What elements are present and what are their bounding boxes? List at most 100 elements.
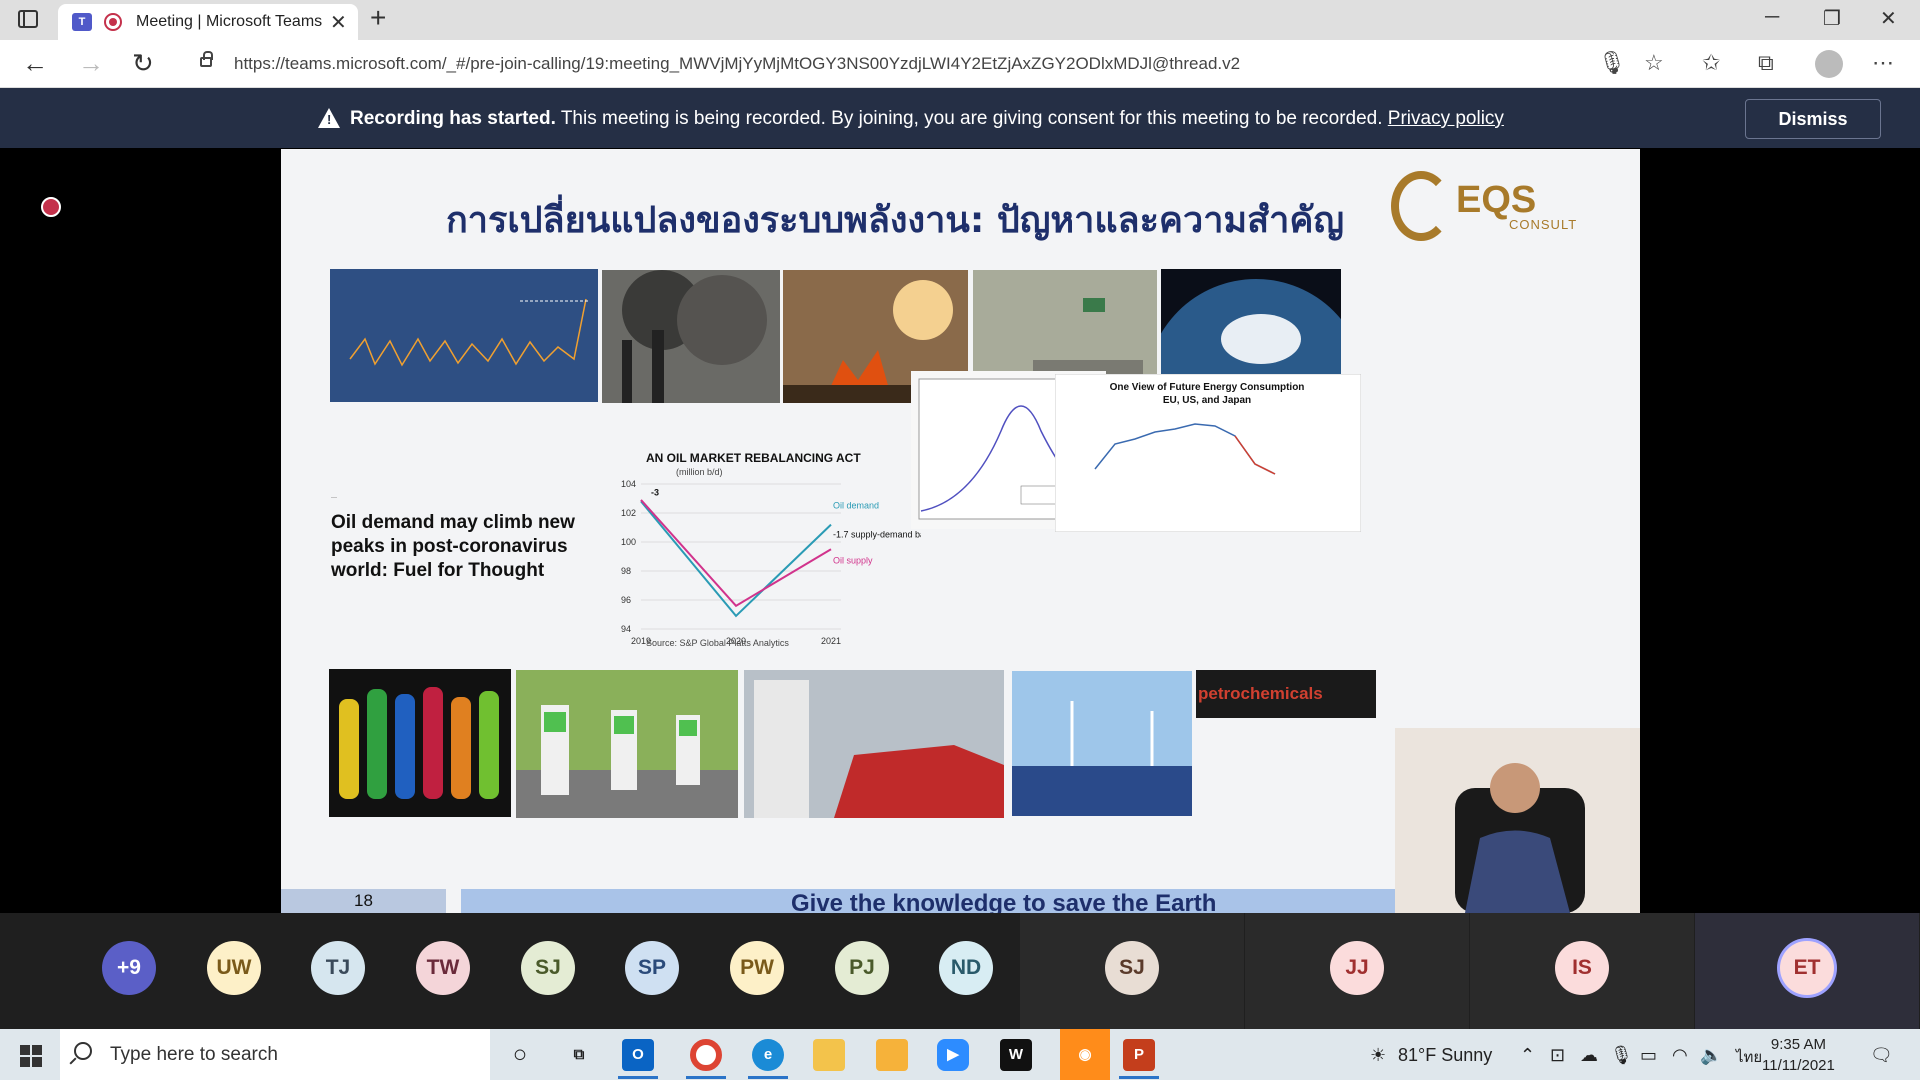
browser-tab-bar: T Meeting | Microsoft Teams ✕ + ─ ❐ ✕ — [0, 0, 1920, 40]
forward-icon[interactable]: → — [78, 48, 104, 79]
favorites-icon[interactable]: ✩ — [1702, 50, 1720, 76]
battery-icon[interactable]: ▭ — [1640, 1045, 1657, 1066]
participant-avatar[interactable]: UW — [207, 941, 261, 995]
new-tab-icon[interactable]: + — [370, 2, 386, 34]
oil-ytick: 98 — [621, 566, 631, 576]
eqs-logo-icon — [1391, 171, 1451, 241]
close-window-icon[interactable]: ✕ — [1880, 6, 1897, 31]
presenter-video[interactable] — [1395, 728, 1640, 913]
edge-active-indicator — [748, 1076, 788, 1079]
oil-ytick: 104 — [621, 479, 636, 489]
powerpoint-icon[interactable]: P — [1123, 1039, 1155, 1071]
notifications-icon[interactable]: 🗨 — [1870, 1045, 1893, 1066]
petrochemicals-text: petrochemicals — [1198, 684, 1323, 703]
folder-icon[interactable] — [876, 1039, 908, 1071]
add-favorite-icon[interactable]: ☆ — [1644, 50, 1664, 76]
weather-text[interactable]: 81°F Sunny — [1398, 1045, 1492, 1066]
fuel-nozzles-image — [329, 669, 511, 817]
ev-charging-car-image — [744, 670, 1004, 818]
outlook-icon[interactable]: O — [622, 1039, 654, 1071]
cortana-icon[interactable]: ○ — [504, 1039, 536, 1071]
oil-rebalancing-chart: 1041021009896942019 2020 2021Oil demandOil… — [621, 479, 921, 646]
participant-avatar[interactable]: TJ — [311, 941, 365, 995]
volume-icon[interactable]: 🔈 — [1700, 1045, 1722, 1066]
wind-solar-image — [1012, 671, 1192, 816]
banner-message: Recording has started. This meeting is b… — [350, 108, 1504, 130]
windows-start-icon[interactable] — [20, 1045, 42, 1067]
eqs-logo-sub: CONSULT — [1509, 217, 1578, 232]
active-app-icon[interactable]: ◉ — [1060, 1029, 1110, 1080]
chrome-icon[interactable] — [690, 1039, 722, 1071]
energy-chart-title: One View of Future Energy Consumption — [1109, 382, 1305, 393]
oil-chart-title: AN OIL MARKET REBALANCING ACT — [646, 451, 861, 465]
back-icon[interactable]: ← — [22, 48, 48, 79]
participant-avatar[interactable]: ET — [1780, 941, 1834, 995]
recording-indicator-icon — [41, 197, 61, 217]
weather-icon[interactable]: ☀ — [1370, 1045, 1386, 1066]
participant-avatar[interactable]: SJ — [521, 941, 575, 995]
microphone-icon[interactable]: 🎙 — [1598, 50, 1626, 76]
participant-avatar[interactable]: ND — [939, 941, 993, 995]
more-icon[interactable]: ⋯ — [1872, 50, 1894, 76]
news-headline: Oil demand may climb new peaks in post-c… — [331, 512, 575, 581]
date-text: 11/11/2021 — [1762, 1057, 1835, 1074]
oil-annotation: -3 — [651, 488, 659, 498]
energy-chart-subtitle: EU, US, and Japan — [1162, 395, 1252, 406]
participant-avatar[interactable]: JJ — [1330, 941, 1384, 995]
url-text[interactable]: https://teams.microsoft.com/_#/pre-join-… — [234, 54, 1240, 74]
oil-ytick: 100 — [621, 537, 636, 547]
warning-icon — [318, 108, 340, 128]
banner-bold: Recording has started. — [350, 108, 556, 129]
participant-avatar[interactable]: PJ — [835, 941, 889, 995]
participant-avatar[interactable]: PW — [730, 941, 784, 995]
presenter-image — [1395, 728, 1640, 913]
co2-chart-image — [330, 269, 598, 402]
search-icon — [74, 1042, 92, 1060]
time-text: 9:35 AM — [1770, 1036, 1826, 1053]
address-bar-row: ← → ↻ https://teams.microsoft.com/_#/pre… — [0, 40, 1920, 88]
profile-avatar[interactable] — [1815, 50, 1843, 78]
onedrive-icon[interactable]: ☁ — [1580, 1045, 1598, 1066]
show-hidden-icons-icon[interactable]: ⌃ — [1520, 1045, 1535, 1066]
participant-avatar[interactable]: +9 — [102, 941, 156, 995]
oil-annotation: -1.7 supply-demand balance — [833, 530, 921, 540]
oil-series-line — [640, 500, 832, 618]
participants-strip: +9 UW TJ TW SJ SP PW PJ ND SJ JJ IS ET — [0, 913, 1920, 1029]
privacy-policy-link[interactable]: Privacy policy — [1388, 108, 1504, 129]
chrome-active-indicator — [686, 1076, 726, 1079]
edge-icon[interactable]: e — [752, 1039, 784, 1071]
slide-number: 18 — [281, 889, 446, 913]
taskbar-search-box[interactable]: Type here to search — [60, 1029, 490, 1080]
participant-avatar[interactable]: TW — [416, 941, 470, 995]
url-field[interactable]: https://teams.microsoft.com/_#/pre-join-… — [180, 46, 1680, 82]
clock[interactable]: 9:35 AM 11/11/2021 — [1762, 1034, 1835, 1076]
banner-text: This meeting is being recorded. By joini… — [555, 108, 1388, 129]
close-tab-icon[interactable]: ✕ — [330, 10, 347, 35]
mic-tray-icon[interactable]: 🎙 — [1610, 1045, 1633, 1066]
oil-ytick: 102 — [621, 508, 636, 518]
tab-title: Meeting | Microsoft Teams — [136, 13, 323, 30]
file-explorer-icon[interactable] — [813, 1039, 845, 1071]
tab-actions-icon[interactable] — [18, 10, 38, 28]
wifi-icon[interactable]: ◠ — [1672, 1045, 1688, 1066]
participant-avatar[interactable]: IS — [1555, 941, 1609, 995]
minimize-icon[interactable]: ─ — [1765, 6, 1779, 29]
powerpoint-active-indicator — [1119, 1076, 1159, 1079]
ev-chargers-image — [516, 670, 738, 818]
tray-device-icon[interactable]: ⊡ — [1550, 1045, 1565, 1066]
slide-title: การเปลี่ยนแปลงของระบบพลังงาน: ปัญหาและคว… — [446, 200, 1345, 241]
collections-icon[interactable]: ⧉ — [1758, 50, 1774, 76]
smokestack-image — [602, 270, 780, 403]
oil-xtick: 2021 — [821, 636, 841, 646]
lock-icon[interactable] — [200, 51, 213, 67]
participant-avatar[interactable]: SJ — [1105, 941, 1159, 995]
dismiss-button[interactable]: Dismiss — [1745, 99, 1881, 139]
participant-avatar[interactable]: SP — [625, 941, 679, 995]
restore-icon[interactable]: ❐ — [1823, 6, 1841, 31]
browser-tab[interactable]: T Meeting | Microsoft Teams ✕ — [58, 4, 358, 40]
refresh-icon[interactable]: ↻ — [132, 48, 154, 79]
language-indicator[interactable]: ไทย — [1736, 1045, 1762, 1069]
task-view-icon[interactable]: ⧉ — [563, 1039, 595, 1071]
zoom-icon[interactable]: ▶ — [937, 1039, 969, 1071]
webex-icon[interactable]: W — [1000, 1039, 1032, 1071]
